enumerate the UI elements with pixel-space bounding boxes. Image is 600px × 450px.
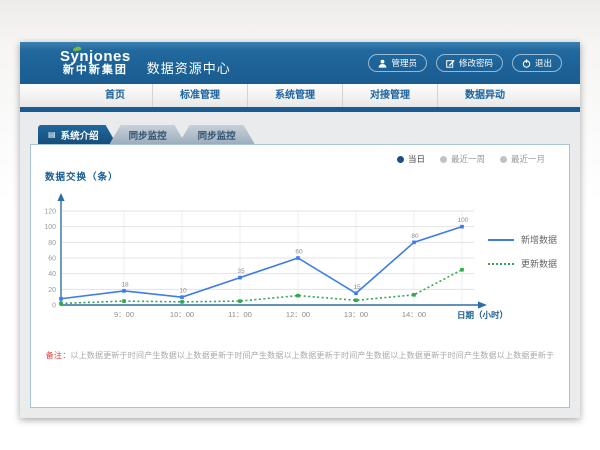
- document-icon: ▤: [48, 131, 56, 139]
- svg-text:18: 18: [121, 281, 129, 288]
- nav-item-integration-mgmt[interactable]: 对接管理: [343, 84, 438, 107]
- tab-bar: ▤ 系统介绍 同步监控 同步监控: [38, 125, 570, 144]
- power-icon: [522, 59, 531, 68]
- svg-text:0: 0: [52, 303, 56, 310]
- svg-text:100: 100: [44, 224, 56, 231]
- change-password-label: 修改密码: [459, 57, 493, 69]
- tab-label: 系统介绍: [61, 128, 99, 142]
- dotted-line-swatch-icon: [488, 263, 514, 265]
- svg-text:11：00: 11：00: [228, 310, 252, 319]
- app-title: 数据资源中心: [147, 58, 231, 77]
- svg-text:35: 35: [237, 268, 245, 275]
- note-prefix: 备注：: [46, 351, 71, 360]
- svg-text:60: 60: [295, 249, 303, 256]
- logo-wordmark: Synjones: [60, 49, 131, 65]
- nav-item-data-changes[interactable]: 数据异动: [438, 84, 532, 107]
- radio-dot-icon: [397, 156, 404, 163]
- top-bar: Synjones 新中新集团 数据资源中心 管理员 修改密码: [20, 42, 580, 84]
- svg-text:14：00: 14：00: [402, 310, 426, 319]
- svg-text:12：00: 12：00: [286, 310, 310, 319]
- svg-text:80: 80: [411, 233, 419, 240]
- filter-option-last-month[interactable]: 最近一月: [500, 153, 545, 165]
- user-actions: 管理员 修改密码 退出: [368, 54, 562, 72]
- logo-company-name: 新中新集团: [60, 65, 131, 77]
- change-password-button[interactable]: 修改密码: [436, 54, 503, 72]
- legend-item-updated-data: 更新数据: [488, 257, 557, 270]
- svg-text:100: 100: [458, 217, 469, 224]
- footer-note: 备注：以上数据更新于时间产生数据以上数据更新于时间产生数据以上数据更新于时间产生…: [31, 350, 569, 361]
- svg-text:15: 15: [353, 284, 361, 291]
- time-range-filter: 当日 最近一周 最近一月: [397, 153, 545, 165]
- logout-label: 退出: [535, 57, 552, 69]
- svg-text:13：00: 13：00: [344, 310, 368, 319]
- chart-panel: 当日 最近一周 最近一月 数据交换（条） 0204060801001209：00…: [30, 144, 570, 408]
- note-text: 以上数据更新于时间产生数据以上数据更新于时间产生数据以上数据更新于时间产生数据以…: [70, 351, 554, 360]
- filter-option-today[interactable]: 当日: [397, 153, 425, 165]
- svg-text:9：00: 9：00: [114, 310, 134, 319]
- logout-button[interactable]: 退出: [512, 54, 562, 72]
- filter-option-label: 最近一周: [451, 153, 485, 165]
- legend-label: 更新数据: [521, 257, 557, 270]
- svg-text:120: 120: [44, 209, 56, 216]
- svg-text:80: 80: [48, 240, 56, 247]
- svg-text:40: 40: [48, 271, 56, 278]
- user-icon: [378, 59, 387, 68]
- nav-item-standard-mgmt[interactable]: 标准管理: [153, 84, 248, 107]
- legend-item-new-data: 新增数据: [488, 233, 557, 246]
- tab-system-intro[interactable]: ▤ 系统介绍: [38, 125, 117, 144]
- radio-dot-icon: [500, 156, 507, 163]
- app-window: Synjones 新中新集团 数据资源中心 管理员 修改密码: [20, 42, 580, 418]
- filter-option-label: 最近一月: [511, 153, 545, 165]
- tab-label: 同步监控: [129, 128, 167, 142]
- svg-text:10：00: 10：00: [170, 310, 194, 319]
- radio-dot-icon: [440, 156, 447, 163]
- svg-text:日期（小时）: 日期（小时）: [457, 310, 508, 320]
- line-chart: 0 20 40 60 80 100 120 9：00 10：00 11：00 12：00 13：00 1…: [39, 176, 559, 328]
- main-nav: 首页 标准管理 系统管理 对接管理 数据异动: [20, 84, 580, 107]
- nav-item-home[interactable]: 首页: [78, 84, 153, 107]
- nav-item-system-mgmt[interactable]: 系统管理: [248, 84, 343, 107]
- tab-sync-monitor-1[interactable]: 同步监控: [110, 125, 186, 144]
- legend-label: 新增数据: [521, 233, 557, 246]
- content-area: ▤ 系统介绍 同步监控 同步监控 当日 最近一周: [20, 112, 580, 408]
- tab-label: 同步监控: [198, 128, 236, 142]
- tab-sync-monitor-2[interactable]: 同步监控: [179, 125, 255, 144]
- svg-text:60: 60: [48, 256, 56, 263]
- series-legend: 新增数据 更新数据: [488, 233, 557, 281]
- svg-text:10: 10: [179, 288, 187, 295]
- edit-icon: [446, 59, 455, 68]
- brand-logo: Synjones 新中新集团: [60, 49, 131, 76]
- svg-text:20: 20: [48, 287, 56, 294]
- current-user-label: 管理员: [391, 57, 417, 69]
- filter-option-label: 当日: [408, 153, 425, 165]
- current-user-button[interactable]: 管理员: [368, 54, 427, 72]
- solid-line-swatch-icon: [488, 239, 514, 241]
- filter-option-last-week[interactable]: 最近一周: [440, 153, 485, 165]
